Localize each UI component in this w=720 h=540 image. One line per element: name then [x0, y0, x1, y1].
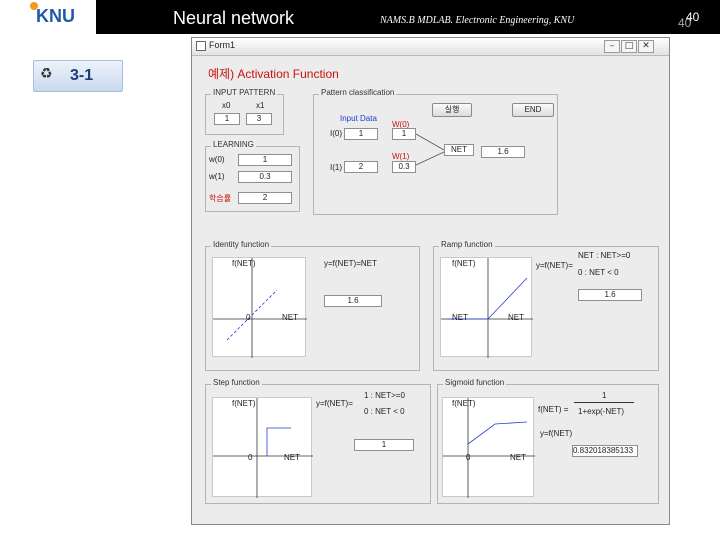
section-label: 3-1: [70, 67, 94, 84]
logo-text: KNU: [36, 6, 75, 26]
sigmoid-y-label: y=f(NET): [540, 429, 573, 438]
sigmoid-function-group: Sigmoid function f(NET) 0 NET f(NET) = 1…: [437, 378, 659, 504]
window-title: Form1: [209, 40, 236, 50]
ramp-y-axis-label: f(NET): [452, 259, 476, 268]
slide-subtitle: NAMS.B MDLAB. Electronic Engineering, KN…: [380, 15, 575, 26]
learning-w0-label: w(0): [209, 155, 225, 164]
section-badge: ♻ 3-1: [33, 60, 123, 92]
identity-y-axis-label: f(NET): [232, 259, 256, 268]
maximize-button[interactable]: □: [621, 40, 637, 53]
step-function-label: Step function: [211, 378, 262, 387]
minimize-button[interactable]: –: [604, 40, 620, 53]
form-icon: [196, 41, 206, 51]
x1-label: x1: [256, 101, 265, 110]
identity-plot: [212, 257, 307, 358]
pattern-i1-label: I(1): [330, 163, 342, 172]
net-output[interactable]: 1.6: [481, 146, 525, 158]
ramp-plot-axes: [441, 258, 533, 358]
ramp-zero-label: NET: [452, 313, 468, 322]
pattern-w1-label: W(1): [392, 152, 410, 161]
step-case-2: 0 : NET < 0: [364, 407, 405, 416]
close-button[interactable]: ✕: [638, 40, 654, 53]
learning-rate-label: 학습률: [209, 194, 232, 203]
identity-plot-axes: [213, 258, 307, 358]
step-plot: [212, 397, 313, 498]
step-function-group: Step function f(NET) 0 NET y=f(NET)= 1 :…: [205, 378, 431, 504]
ramp-function-group: Ramp function f(NET) NET NET y=f(NET)= N…: [433, 240, 659, 371]
x0-label: x0: [222, 101, 231, 110]
ramp-output[interactable]: 1.6: [578, 289, 642, 301]
sigmoid-zero-label: 0: [466, 453, 471, 462]
pattern-w1-input[interactable]: 0.3: [392, 161, 416, 173]
ramp-function-label: Ramp function: [439, 240, 495, 249]
input-pattern-group: INPUT PATTERN x0 x1 1 3: [205, 88, 284, 135]
step-plot-axes: [213, 398, 313, 498]
app-window: Form1 – □ ✕ 예제) Activation Function INPU…: [191, 37, 670, 525]
form-heading: 예제) Activation Function: [208, 67, 339, 81]
learning-rate-input[interactable]: 2: [238, 192, 292, 204]
sigmoid-plot-axes: [443, 398, 535, 498]
step-case-1: 1 : NET>=0: [364, 391, 405, 400]
ramp-x-axis-label: NET: [508, 313, 524, 322]
identity-formula: y=f(NET)=NET: [324, 259, 377, 268]
learning-w1-input[interactable]: 0.3: [238, 171, 292, 183]
sigmoid-y-axis-label: f(NET): [452, 399, 476, 408]
sigmoid-plot: [442, 397, 535, 498]
identity-function-group: Identity function f(NET) 0 NET y=f(NET)=…: [205, 240, 420, 371]
identity-output[interactable]: 1.6: [324, 295, 382, 307]
step-y-axis-label: f(NET): [232, 399, 256, 408]
identity-x-axis-label: NET: [282, 313, 298, 322]
net-box: NET: [444, 144, 474, 156]
input-pattern-label: INPUT PATTERN: [211, 88, 278, 97]
learning-label: LEARNING: [211, 140, 256, 149]
step-zero-label: 0: [248, 453, 253, 462]
learning-w1-label: w(1): [209, 172, 225, 181]
ramp-formula: y=f(NET)=: [536, 261, 573, 270]
window-titlebar[interactable]: Form1 – □ ✕: [192, 38, 669, 56]
step-output[interactable]: 1: [354, 439, 414, 451]
ramp-case-1: NET : NET>=0: [578, 251, 631, 260]
slide-header: KNU Neural network NAMS.B MDLAB. Electro…: [0, 0, 720, 34]
ramp-case-2: 0 : NET < 0: [578, 268, 619, 277]
step-formula: y=f(NET)=: [316, 399, 353, 408]
pattern-i1-input[interactable]: 2: [344, 161, 378, 173]
learning-group: LEARNING w(0) 1 w(1) 0.3 학습률 2: [205, 140, 300, 212]
page-number: 40: [686, 10, 700, 24]
sigmoid-numerator: 1: [602, 391, 607, 400]
recycle-icon: ♻: [40, 66, 53, 82]
sigmoid-formula-lhs: f(NET) =: [538, 405, 569, 414]
ramp-plot: [440, 257, 533, 358]
step-x-axis-label: NET: [284, 453, 300, 462]
university-logo: KNU: [0, 0, 96, 34]
sigmoid-denominator: 1+exp(-NET): [578, 407, 625, 416]
x1-input[interactable]: 3: [246, 113, 272, 125]
sigmoid-fraction-bar: [574, 402, 634, 403]
identity-zero-label: 0: [246, 313, 251, 322]
identity-function-label: Identity function: [211, 240, 272, 249]
pattern-classification-group: Pattern classification 실행 END Input Data…: [313, 88, 558, 215]
sigmoid-function-label: Sigmoid function: [443, 378, 507, 387]
learning-w0-input[interactable]: 1: [238, 154, 292, 166]
x0-input[interactable]: 1: [214, 113, 240, 125]
sigmoid-output[interactable]: 0.832018385133: [572, 445, 638, 457]
sigmoid-x-axis-label: NET: [510, 453, 526, 462]
slide-title: Neural network: [173, 8, 295, 28]
